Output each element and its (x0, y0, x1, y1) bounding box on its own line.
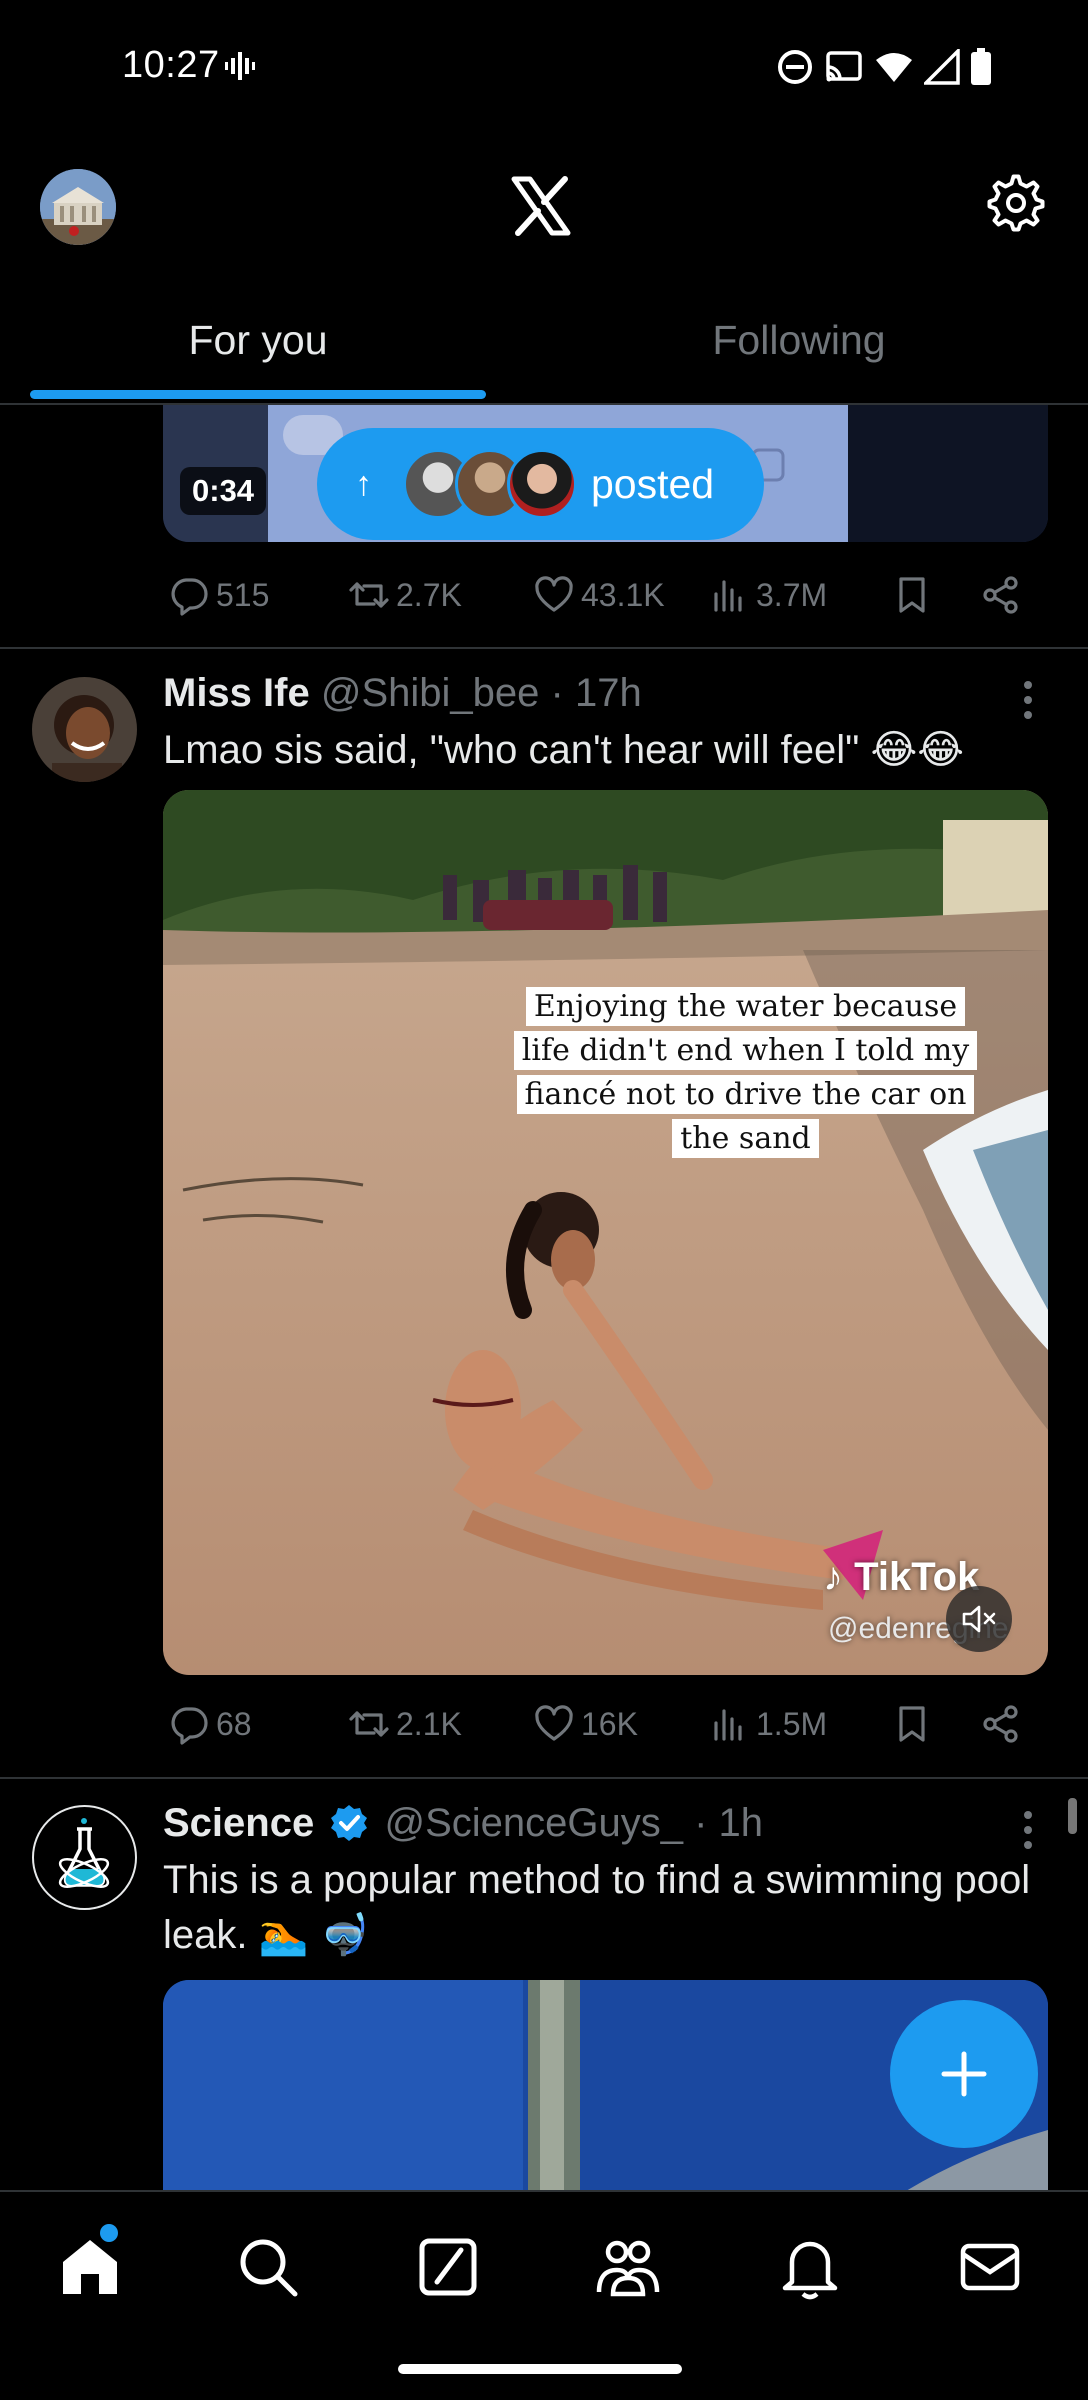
share-button[interactable] (980, 574, 1022, 616)
like-button[interactable]: 43.1K (533, 574, 665, 616)
tab-for-you-label: For you (188, 317, 328, 363)
views-button[interactable]: 1.5M (708, 1703, 827, 1745)
profile-avatar-button[interactable] (40, 169, 116, 245)
cast-icon (826, 51, 862, 82)
vibrate-icon (225, 52, 255, 80)
beach-video-frame (163, 790, 1048, 1675)
post-divider (0, 1777, 1088, 1779)
science-logo-icon (58, 1818, 110, 1888)
muted-speaker-icon (962, 1605, 996, 1633)
repost-button[interactable]: 2.7K (348, 574, 462, 616)
bookmark-icon (899, 1706, 925, 1742)
compose-post-button[interactable] (890, 2000, 1038, 2148)
tab-following-label: Following (712, 317, 886, 363)
signal-icon (924, 49, 960, 85)
home-notification-dot (100, 2224, 118, 2242)
post-time: · 17h (550, 671, 642, 715)
more-options-icon[interactable] (1010, 675, 1046, 725)
post-header: Miss Ife @Shibi_bee · 17h (163, 671, 642, 716)
share-button[interactable] (980, 1703, 1022, 1745)
verified-badge-icon (331, 1805, 368, 1841)
bookmark-button[interactable] (891, 574, 933, 616)
repost-icon (349, 1711, 389, 1737)
status-time: 10:27 (122, 44, 220, 86)
caption-line: fiancé not to drive the car on (516, 1075, 975, 1114)
post-text: This is a popular method to find a swimm… (163, 1858, 1031, 1957)
mute-toggle-button[interactable] (946, 1586, 1012, 1652)
author-name[interactable]: Miss Ife (163, 671, 310, 715)
view-count: 3.7M (756, 576, 828, 613)
plus-icon (941, 2051, 987, 2097)
scrollbar-thumb[interactable] (1068, 1798, 1077, 1834)
author-avatar[interactable] (32, 677, 137, 782)
post-header: Science @ScienceGuys_ · 1h (163, 1801, 763, 1846)
top-post-actions: 515 2.7K 43.1K 3.7M (163, 565, 1048, 625)
battery-icon (971, 48, 991, 85)
like-button[interactable]: 16K (533, 1703, 638, 1745)
grok-icon[interactable] (413, 2232, 483, 2302)
arrow-up-icon: ↑ (355, 464, 372, 503)
wifi-icon (876, 53, 912, 82)
reply-button[interactable]: 515 (168, 574, 269, 616)
author-handle[interactable]: @ScienceGuys_ (384, 1801, 683, 1845)
heart-icon (535, 1705, 573, 1741)
like-count: 16K (581, 1705, 638, 1742)
status-icons (776, 48, 992, 86)
reply-button[interactable]: 68 (168, 1703, 252, 1745)
caption-line: Enjoying the water because (525, 987, 966, 1026)
post-time: · 1h (694, 1801, 764, 1845)
post-text: Lmao sis said, "who can't hear will feel… (163, 728, 964, 772)
like-count: 43.1K (581, 576, 665, 613)
dnd-icon (778, 50, 812, 84)
views-button[interactable]: 3.7M (708, 574, 827, 616)
new-posts-pill[interactable]: ↑ posted (317, 428, 764, 540)
avatar-photo (32, 677, 137, 782)
gesture-home-indicator[interactable] (398, 2364, 682, 2374)
video-caption: Enjoying the water because life didn't e… (503, 985, 988, 1161)
views-chart-icon (714, 580, 742, 612)
share-icon (983, 576, 1018, 614)
timeline-feed[interactable]: 0:34 ↑ posted 515 2.7K 43.1K 3.7M Miss I… (0, 405, 1088, 2190)
active-tab-indicator (30, 390, 486, 399)
x-logo-icon[interactable] (510, 175, 572, 237)
reply-count: 68 (216, 1705, 252, 1742)
tiktok-watermark: ♪ TikTok (823, 1555, 980, 1599)
views-chart-icon (714, 1709, 742, 1741)
author-name[interactable]: Science (163, 1801, 314, 1845)
caption-line: life didn't end when I told my (513, 1031, 978, 1070)
building-photo-icon (40, 169, 116, 245)
post-video[interactable]: Enjoying the water because life didn't e… (163, 790, 1048, 1675)
author-avatar[interactable] (32, 1805, 137, 1910)
communities-icon[interactable] (593, 2232, 663, 2302)
view-count: 1.5M (756, 1705, 828, 1742)
reply-count: 515 (216, 576, 270, 613)
video-duration: 0:34 (180, 467, 267, 515)
caption-line: the sand (672, 1119, 819, 1158)
posted-avatars (403, 449, 577, 519)
tab-following[interactable]: Following (544, 307, 1054, 405)
share-icon (983, 1705, 1018, 1743)
top-header: For you Following (0, 135, 1088, 405)
bookmark-button[interactable] (891, 1703, 933, 1745)
author-handle[interactable]: @Shibi_bee (321, 671, 540, 715)
settings-gear-icon[interactable] (986, 173, 1046, 233)
more-options-icon[interactable] (1010, 1805, 1046, 1855)
posted-label: posted (591, 460, 715, 507)
reply-icon (171, 578, 208, 616)
heart-icon (535, 576, 573, 612)
messages-envelope-icon[interactable] (955, 2232, 1025, 2302)
home-icon[interactable] (55, 2232, 125, 2302)
search-icon[interactable] (233, 2232, 303, 2302)
repost-count: 2.7K (396, 576, 462, 613)
repost-count: 2.1K (396, 1705, 462, 1742)
bookmark-icon (899, 577, 925, 613)
post-actions: 68 2.1K 16K 1.5M (163, 1694, 1048, 1754)
status-bar: 10:27 (0, 0, 1088, 135)
post-divider (0, 647, 1088, 649)
repost-icon (349, 582, 389, 608)
notifications-bell-icon[interactable] (775, 2232, 845, 2302)
repost-button[interactable]: 2.1K (348, 1703, 462, 1745)
poster-avatar (507, 449, 577, 519)
reply-icon (171, 1707, 208, 1745)
